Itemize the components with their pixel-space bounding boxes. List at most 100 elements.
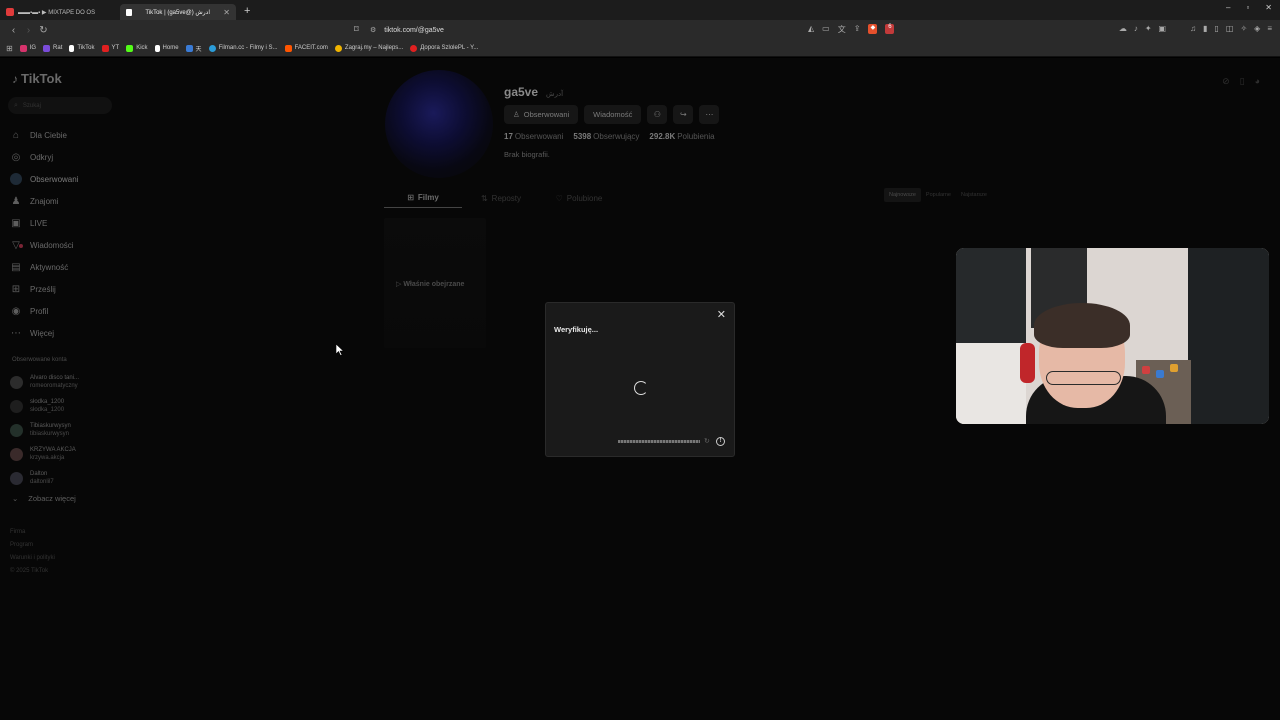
bookmark-zagraj[interactable]: Zagraj.my – Najleps... xyxy=(334,44,403,52)
followed-account[interactable]: Alvaro disco tani... romeoromatyczny xyxy=(10,370,120,394)
followed-account[interactable]: słodka_1200 słodka_1200 xyxy=(10,394,120,418)
bookmark-kanji[interactable]: 天 xyxy=(185,44,202,53)
sidebar-item-profile[interactable]: ◉ Profil xyxy=(10,300,120,322)
profile-nickname: آدرش xyxy=(546,91,564,98)
tab-reposts[interactable]: ⇅ Reposty xyxy=(462,188,540,208)
back-arrow-icon[interactable]: ‹ xyxy=(6,25,21,36)
minimize-button[interactable]: – xyxy=(1226,3,1230,12)
tab-videos[interactable]: ⊞ Filmy xyxy=(384,188,462,208)
bookmark-yt[interactable]: YT xyxy=(101,44,119,52)
refresh-icon[interactable]: ↻ xyxy=(704,437,710,445)
sidebar-item-live[interactable]: ▣ LIVE xyxy=(10,212,120,234)
user-avatar-icon[interactable]: ◕ xyxy=(1255,76,1260,87)
close-icon[interactable]: ✕ xyxy=(717,308,726,321)
suggest-accounts-button[interactable]: ⚇ xyxy=(647,105,668,124)
tab-liked[interactable]: ♡ Polubione xyxy=(540,188,618,208)
vpn-shield-icon[interactable]: ◈ xyxy=(1254,24,1260,33)
following-button[interactable]: ♙ Obserwowani xyxy=(504,105,579,124)
sidebar-icon[interactable]: ▮ xyxy=(1203,24,1207,33)
sidebar-item-more[interactable]: ⋯ Więcej xyxy=(10,322,120,344)
stat-likes: 292.8K Polubienia xyxy=(649,132,715,141)
share-icon[interactable]: ⇪ xyxy=(854,24,861,35)
kick-icon xyxy=(126,44,134,52)
message-button[interactable]: Wiadomość xyxy=(584,105,642,124)
sort-latest[interactable]: Najnowsze xyxy=(884,188,921,202)
rewards-icon[interactable]: 6 xyxy=(885,24,895,34)
forward-arrow-icon[interactable]: › xyxy=(21,25,36,36)
bookmark-ig[interactable]: IG xyxy=(19,44,36,52)
avatar xyxy=(10,471,23,485)
sidebar-item-for-you[interactable]: ⌂ Dla Ciebie xyxy=(10,124,120,146)
browser-tab-mixtape[interactable]: ▬▬▪▬▪ ▶ MIXTAPE DO OS xyxy=(0,4,120,20)
device-icon[interactable]: ▯ xyxy=(1240,76,1245,87)
sidebar-item-following[interactable]: Obserwowani xyxy=(10,168,120,190)
tab-title: TikTok | (ga5ve@) آدرش xyxy=(145,9,210,16)
wallet-icon[interactable]: ▣ xyxy=(1159,24,1167,33)
sidebar-item-upload[interactable]: ⊞ Prześlij xyxy=(10,278,120,300)
menu-icon[interactable]: ≡ xyxy=(1267,24,1272,33)
sidebar-item-friends[interactable]: ♟ Znajomi xyxy=(10,190,120,212)
share-button[interactable]: ↪ xyxy=(673,105,694,124)
leo-icon[interactable]: ✧ xyxy=(1240,24,1247,33)
translate-icon[interactable]: 文 xyxy=(838,24,846,35)
modal-title: Weryfikuję... xyxy=(554,325,599,334)
video-thumbnail[interactable]: ▷ Właśnie obejrzane xyxy=(384,218,486,348)
stat-followers[interactable]: 5398 Obserwujący xyxy=(573,132,639,141)
followed-account[interactable]: Tibiaskurwysyn tibiaskurwysyn xyxy=(10,418,120,442)
apps-grid-icon[interactable]: ⊞ xyxy=(6,44,13,53)
wallet2-icon[interactable]: ◫ xyxy=(1226,24,1234,33)
reader-icon[interactable]: ◭ xyxy=(808,24,814,35)
close-tab-icon[interactable]: ✕ xyxy=(223,8,230,17)
footer-link[interactable]: Program xyxy=(10,539,55,552)
avatar xyxy=(10,375,23,389)
site-info-icon[interactable]: ⚙ xyxy=(370,26,376,34)
ellipsis-icon: ⋯ xyxy=(705,110,714,119)
x-icon xyxy=(154,44,160,52)
followed-account[interactable]: Dalton daltonlil7 xyxy=(10,466,120,490)
profile-avatar[interactable] xyxy=(385,70,493,178)
browser-tab-tiktok[interactable]: TikTok | (ga5ve@) آدرش ✕ xyxy=(120,4,236,20)
more-options-button[interactable]: ⋯ xyxy=(699,105,720,124)
sort-popular[interactable]: Popularne xyxy=(921,188,956,202)
followed-account[interactable]: KRZYWA AKCJA krzywa.akcja xyxy=(10,442,120,466)
bookmark-kick[interactable]: Kick xyxy=(126,44,148,52)
new-tab-button[interactable]: + xyxy=(244,5,250,17)
browser-toolbar: ‹ › ↻ ⌑ ⚙ tiktok.com/@ga5ve ◭ ▭ 文 ⇪ ◆ 6 … xyxy=(0,20,1280,40)
restore-button[interactable]: ▫ xyxy=(1246,3,1249,12)
friends-icon: ♟ xyxy=(11,195,21,207)
extension-icons: ☁ ♪ ✦ ▣ ♫ ▮ ▯ ◫ ✧ ◈ ≡ xyxy=(1119,24,1272,33)
audio-icon[interactable]: ♪ xyxy=(1134,24,1138,33)
bookmark-icon[interactable]: ⌑ xyxy=(354,24,359,35)
brave-shield-icon[interactable]: ◆ xyxy=(868,24,878,34)
reading-list-icon[interactable]: ▯ xyxy=(1215,24,1219,33)
header-actions: ⊘ ▯ ◕ xyxy=(1222,76,1260,87)
close-window-button[interactable]: ✕ xyxy=(1265,3,1272,12)
bookmark-tiktok[interactable]: TikTok xyxy=(69,44,95,52)
bookmark-filman[interactable]: Filman.cc - Filmy i S... xyxy=(208,44,278,52)
tiktok-logo[interactable]: ♪ TikTok xyxy=(12,71,62,86)
info-icon[interactable]: ! xyxy=(716,437,725,446)
coins-icon[interactable]: ⊘ xyxy=(1222,76,1230,87)
live-icon: ▣ xyxy=(11,217,21,229)
stat-following[interactable]: 17 Obserwowani xyxy=(504,132,563,141)
footer-link[interactable]: Firma xyxy=(10,526,55,539)
media-icon[interactable]: ♫ xyxy=(1190,24,1196,33)
sidebar-item-messages[interactable]: ▽ Wiadomości xyxy=(10,234,120,256)
sidebar-item-activity[interactable]: ▤ Aktywność xyxy=(10,256,120,278)
sort-oldest[interactable]: Najstarsze xyxy=(956,188,992,202)
profile-icon: ◉ xyxy=(11,305,21,317)
see-more-button[interactable]: ⌄ Zobacz więcej xyxy=(12,494,76,503)
url-text[interactable]: tiktok.com/@ga5ve xyxy=(384,27,444,34)
bookmark-szlole[interactable]: Дорога SzlolePL - Y... xyxy=(410,44,478,52)
sidebar-item-explore[interactable]: ◎ Odkryj xyxy=(10,146,120,168)
extensions-icon[interactable]: ✦ xyxy=(1145,24,1152,33)
cast-icon[interactable]: ▭ xyxy=(822,24,830,35)
reload-icon[interactable]: ↻ xyxy=(36,25,51,36)
bookmark-home[interactable]: Home xyxy=(154,44,179,52)
youtube-icon xyxy=(410,44,418,52)
bookmark-faceit[interactable]: FACEIT.com xyxy=(284,44,328,52)
bookmark-rat[interactable]: Rat xyxy=(43,44,62,52)
search-input[interactable]: ⌕ Szukaj xyxy=(8,97,112,114)
vpn-icon[interactable]: ☁ xyxy=(1119,24,1127,33)
footer-link[interactable]: Warunki i polityki xyxy=(10,552,55,565)
